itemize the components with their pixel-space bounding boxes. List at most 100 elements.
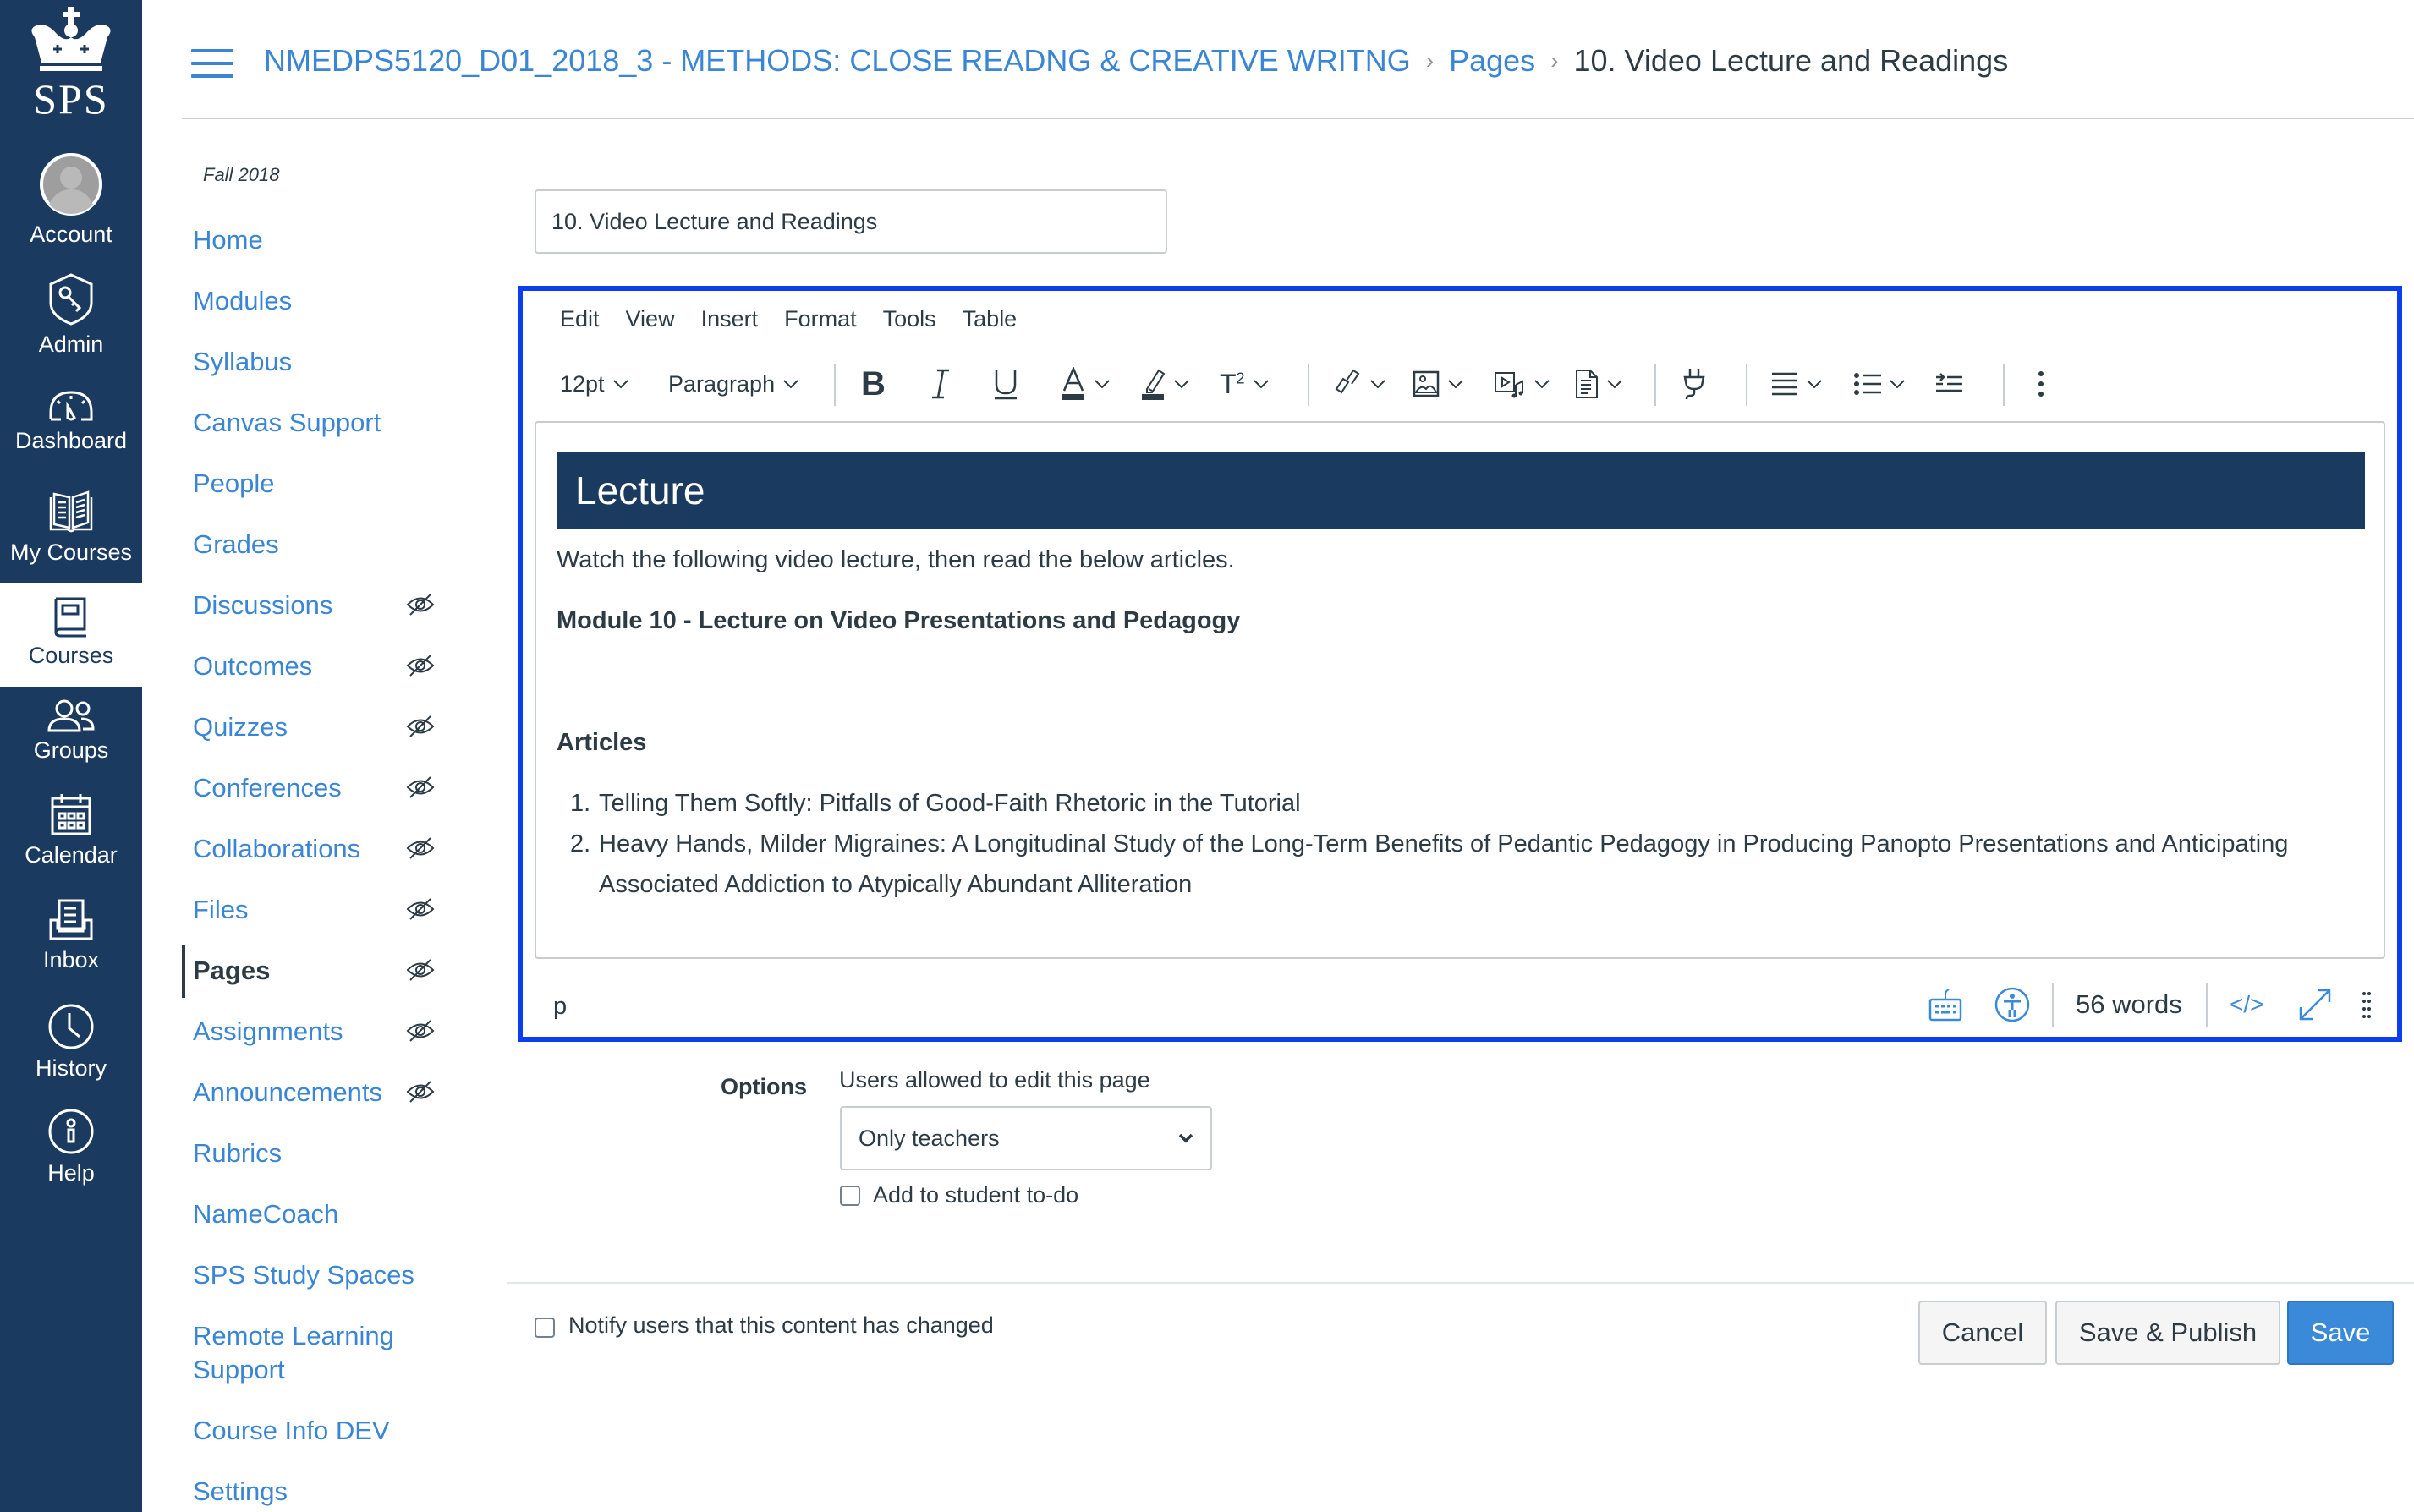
global-nav-history[interactable]: History (0, 1003, 142, 1082)
course-nav-item-announcements[interactable]: Announcements (193, 1076, 382, 1109)
global-nav-label: Help (47, 1160, 95, 1186)
menu-edit[interactable]: Edit (560, 306, 600, 332)
document-button[interactable] (1575, 357, 1622, 411)
list-button[interactable] (1854, 357, 1905, 411)
media-button[interactable] (1494, 357, 1550, 411)
course-nav-item-remote-learning-support[interactable]: Remote Learning Support (193, 1319, 421, 1387)
menu-format[interactable]: Format (784, 306, 857, 332)
module-heading: Module 10 - Lecture on Video Presentatio… (557, 607, 1241, 634)
fullscreen-button[interactable] (2297, 983, 2333, 1027)
cancel-button[interactable]: Cancel (1918, 1301, 2047, 1365)
course-nav-item-sps-study-spaces[interactable]: SPS Study Spaces (193, 1258, 414, 1292)
avatar-icon (40, 153, 102, 216)
notify-users-label[interactable]: Notify users that this content has chang… (568, 1312, 994, 1339)
course-menu-toggle-button[interactable] (191, 49, 233, 78)
link-button[interactable] (1331, 357, 1385, 411)
global-nav-dashboard[interactable]: Dashboard (0, 389, 142, 454)
highlight-color-button[interactable] (1140, 357, 1189, 411)
course-nav-item-outcomes[interactable]: Outcomes (193, 649, 312, 683)
resize-handle[interactable] (2362, 983, 2372, 1027)
global-nav-help[interactable]: Help (0, 1108, 142, 1186)
breadcrumb-course-link[interactable]: NMEDPS5120_D01_2018_3 - METHODS: CLOSE R… (264, 43, 1411, 79)
accessibility-checker-button[interactable] (1994, 983, 2030, 1027)
chevron-down-icon (1890, 380, 1905, 388)
student-todo-checkbox[interactable] (840, 1186, 860, 1206)
image-button[interactable] (1413, 357, 1463, 411)
course-nav-item-collaborations[interactable]: Collaborations (193, 832, 360, 866)
menu-view[interactable]: View (626, 306, 675, 332)
save-button[interactable]: Save (2287, 1301, 2394, 1365)
html-editor-toggle-button[interactable]: </> (2230, 983, 2263, 1027)
course-nav-item-pages[interactable]: Pages (193, 954, 270, 988)
notify-users-checkbox[interactable] (535, 1318, 555, 1338)
block-format-value: Paragraph (668, 370, 776, 397)
align-button[interactable] (1771, 357, 1822, 411)
global-nav-my-courses[interactable]: My Courses (0, 490, 142, 566)
global-nav-admin[interactable]: Admin (0, 272, 142, 358)
course-nav-item-files[interactable]: Files (193, 893, 248, 927)
global-nav-account[interactable]: Account (0, 152, 142, 248)
course-nav-item-quizzes[interactable]: Quizzes (193, 710, 288, 744)
drag-handle-icon (2362, 992, 2371, 1018)
student-todo-label[interactable]: Add to student to-do (873, 1182, 1078, 1208)
text-color-button[interactable] (1061, 357, 1110, 411)
course-nav-item-discussions[interactable]: Discussions (193, 589, 332, 622)
superscript-button[interactable]: T2 (1220, 357, 1269, 411)
admin-shield-key-icon (49, 273, 93, 326)
italic-button[interactable] (930, 357, 951, 411)
bold-button[interactable]: B (861, 357, 886, 411)
eye-slash-icon (406, 837, 435, 859)
underline-icon (995, 370, 1017, 400)
word-count: 56 words (2076, 989, 2182, 1019)
course-nav-item-canvas-support[interactable]: Canvas Support (193, 406, 381, 440)
edit-permission-select[interactable]: Only teachers (840, 1106, 1212, 1170)
menu-tools[interactable]: Tools (883, 306, 936, 332)
courses-book-icon (54, 597, 86, 638)
course-nav-item-grades[interactable]: Grades (193, 528, 279, 562)
apps-plugin-button[interactable] (1682, 357, 1707, 411)
course-nav-item-assignments[interactable]: Assignments (193, 1015, 343, 1049)
toolbar-divider (1654, 364, 1656, 406)
eye-slash-icon (406, 655, 435, 677)
course-nav-item-people[interactable]: People (193, 467, 275, 501)
menu-insert[interactable]: Insert (701, 306, 759, 332)
eye-slash-icon (406, 1081, 435, 1103)
global-nav-groups[interactable]: Groups (0, 698, 142, 764)
keyboard-shortcuts-button[interactable] (1928, 983, 1962, 1027)
media-video-audio-icon (1495, 372, 1523, 398)
eye-slash-icon (406, 594, 435, 616)
course-nav-item-course-info-dev[interactable]: Course Info DEV (193, 1414, 390, 1448)
intro-paragraph: Watch the following video lecture, then … (557, 546, 1235, 573)
code-icon: </> (2230, 991, 2264, 1017)
chevron-down-icon (1448, 380, 1463, 388)
logo-text: SPS (33, 75, 109, 123)
course-nav-item-home[interactable]: Home (193, 223, 263, 257)
chevron-down-icon (1253, 380, 1269, 388)
global-nav-inbox[interactable]: Inbox (0, 898, 142, 973)
editor-toolbar: 12pt Paragraph B T2 (560, 357, 2387, 411)
header-divider (182, 118, 2414, 119)
course-nav-item-modules[interactable]: Modules (193, 284, 292, 318)
editor-content-area[interactable]: Lecture Watch the following video lectur… (535, 421, 2385, 959)
course-nav-item-syllabus[interactable]: Syllabus (193, 345, 292, 379)
breadcrumb-pages-link[interactable]: Pages (1449, 43, 1535, 79)
save-and-publish-button[interactable]: Save & Publish (2055, 1301, 2280, 1365)
chevron-down-icon (612, 380, 628, 388)
lecture-heading: Lecture (575, 468, 705, 512)
indent-button[interactable] (1935, 357, 1962, 411)
more-options-button[interactable] (2037, 357, 2045, 411)
global-nav-courses[interactable]: Courses (0, 583, 142, 687)
menu-table[interactable]: Table (963, 306, 1018, 332)
page-title-input[interactable] (535, 189, 1167, 254)
course-nav-item-settings[interactable]: Settings (193, 1475, 288, 1509)
course-nav-item-conferences[interactable]: Conferences (193, 771, 342, 805)
block-format-dropdown[interactable]: Paragraph (668, 357, 798, 411)
global-nav-calendar[interactable]: Calendar (0, 792, 142, 868)
element-path[interactable]: p (553, 993, 567, 1021)
font-size-dropdown[interactable]: 12pt (560, 357, 628, 411)
sps-logo[interactable]: SPS (0, 7, 142, 134)
underline-button[interactable] (993, 357, 1018, 411)
course-nav-item-rubrics[interactable]: Rubrics (193, 1137, 282, 1170)
chevron-down-icon (783, 380, 798, 388)
course-nav-item-namecoach[interactable]: NameCoach (193, 1197, 338, 1231)
